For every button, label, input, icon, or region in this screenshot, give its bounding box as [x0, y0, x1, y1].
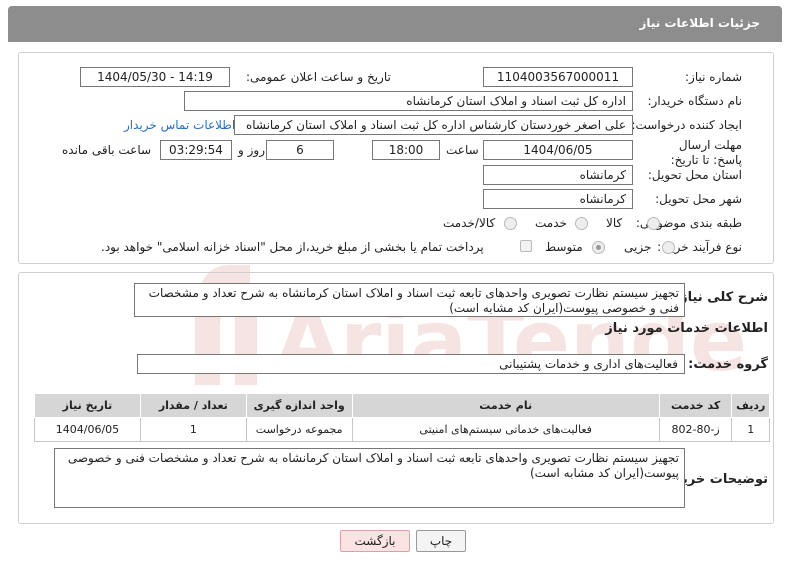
- page-header: جزئیات اطلاعات نیاز: [8, 6, 782, 42]
- process-option-medium: متوسط: [545, 240, 583, 254]
- creator-label: ایجاد کننده درخواست:: [631, 118, 742, 132]
- col-unit: واحد اندازه گیری: [245, 393, 353, 418]
- deadline-time-field: 18:00: [372, 140, 440, 160]
- col-row-number: ردیف: [731, 393, 770, 418]
- back-button[interactable]: بازگشت: [340, 530, 410, 552]
- category-option-service: خدمت: [535, 216, 567, 230]
- category-radio-service[interactable]: [575, 217, 588, 230]
- time-remaining-field: 03:29:54: [160, 140, 232, 160]
- process-option-minor: جزیی: [624, 240, 652, 254]
- service-group-label: گروه خدمت:: [688, 357, 768, 372]
- buyer-org-field: اداره کل ثبت اسناد و املاک استان کرمانشا…: [184, 91, 633, 111]
- announce-date-field: 1404/05/30 - 14:19: [80, 67, 230, 87]
- province-field: کرمانشاه: [483, 165, 633, 185]
- service-group-field: فعالیت‌های اداری و خدمات پشتیبانی: [137, 354, 685, 374]
- deadline-date-field: 1404/06/05: [483, 140, 633, 160]
- time-remaining-label: ساعت باقی مانده: [62, 143, 152, 157]
- print-button[interactable]: چاپ: [416, 530, 466, 552]
- deadline-time-label: ساعت: [446, 143, 479, 157]
- buyer-contact-link[interactable]: اطلاعات تماس خریدار: [124, 118, 235, 132]
- category-option-goods: کالا: [606, 216, 623, 230]
- col-quantity: تعداد / مقدار: [139, 393, 247, 418]
- cell-service-code: ز-80-802: [658, 417, 733, 442]
- category-radio-goods-service[interactable]: [504, 217, 517, 230]
- category-radio-goods[interactable]: [647, 217, 660, 230]
- process-radio-medium[interactable]: [592, 241, 605, 254]
- category-option-goods-service: کالا/خدمت: [443, 216, 496, 230]
- treasury-payment-note: پرداخت تمام یا بخشی از مبلغ خرید،از محل …: [101, 240, 484, 254]
- cell-quantity: 1: [139, 417, 247, 442]
- buyer-org-label: نام دستگاه خریدار:: [647, 94, 743, 108]
- cell-unit: مجموعه درخواست: [245, 417, 353, 442]
- need-summary-label: شرح کلی نیاز:: [674, 290, 768, 305]
- need-number-label: شماره نیاز:: [685, 70, 742, 84]
- city-label: شهر محل تحویل:: [655, 192, 742, 206]
- cell-row-number: 1: [731, 417, 770, 442]
- need-number-field: 1104003567000011: [483, 67, 633, 87]
- services-table-header: ردیف کد خدمت نام خدمت واحد اندازه گیری ت…: [34, 393, 770, 418]
- days-label: روز و: [238, 143, 265, 157]
- buyer-notes-text: تجهیز سیستم نظارت تصویری واحدهای تابعه ث…: [54, 448, 685, 508]
- process-radio-minor[interactable]: [662, 241, 675, 254]
- table-row: 1 ز-80-802 فعالیت‌های خدماتی سیستم‌های ا…: [34, 417, 770, 442]
- cell-need-date: 1404/06/05: [34, 417, 141, 442]
- page-title: جزئیات اطلاعات نیاز: [639, 16, 760, 30]
- deadline-label: مهلت ارسال پاسخ: تا تاریخ:: [670, 138, 742, 167]
- col-service-code: کد خدمت: [658, 393, 733, 418]
- province-label: استان محل تحویل:: [647, 168, 742, 182]
- need-summary-text: تجهیز سیستم نظارت تصویری واحدهای تابعه ث…: [134, 283, 685, 317]
- col-service-name: نام خدمت: [351, 393, 660, 418]
- col-need-date: تاریخ نیاز: [34, 393, 141, 418]
- treasury-payment-checkbox[interactable]: [520, 240, 532, 252]
- cell-service-name: فعالیت‌های خدماتی سیستم‌های امنیتی: [351, 417, 660, 442]
- creator-field: علی اصغر خوردستان کارشناس اداره کل ثبت ا…: [234, 115, 633, 135]
- announce-date-label: تاریخ و ساعت اعلان عمومی:: [246, 70, 391, 84]
- city-field: کرمانشاه: [483, 189, 633, 209]
- services-table: ردیف کد خدمت نام خدمت واحد اندازه گیری ت…: [34, 393, 770, 442]
- services-section-title: اطلاعات خدمات مورد نیاز: [605, 321, 768, 336]
- days-remaining-field: 6: [266, 140, 334, 160]
